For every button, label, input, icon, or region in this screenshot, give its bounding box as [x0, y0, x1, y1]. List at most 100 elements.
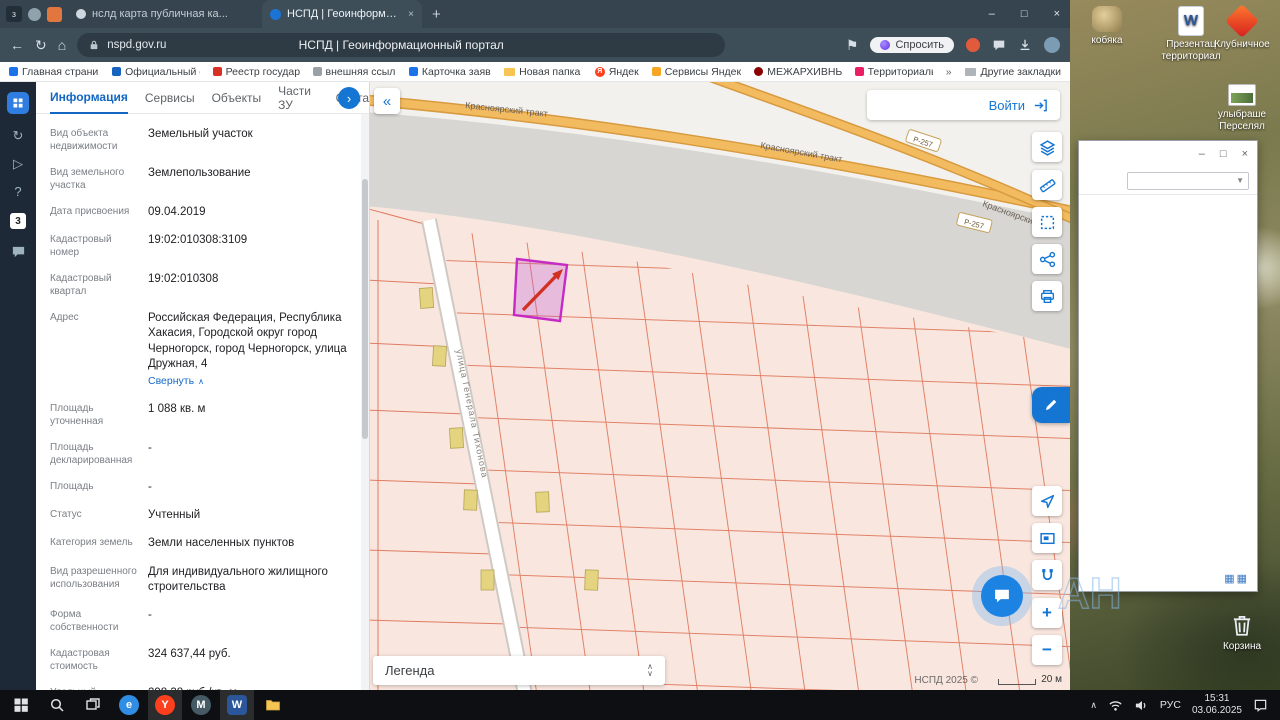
ask-button[interactable]: Спросить	[870, 37, 954, 53]
tab-objects[interactable]: Объекты	[212, 91, 262, 105]
locate-button[interactable]	[1032, 486, 1062, 516]
minimap-icon	[1039, 530, 1056, 547]
bookmark-item[interactable]: Главная страница	[9, 66, 99, 78]
field-row: Вид разрешенного использованияДля индиви…	[50, 565, 351, 595]
minimize-button[interactable]: –	[989, 8, 995, 20]
legend-bar[interactable]: Легенда ∧∨	[373, 656, 665, 685]
play-icon[interactable]: ▷	[13, 157, 23, 170]
collapse-panel-button[interactable]: «	[374, 88, 400, 114]
draw-tool-button[interactable]	[1032, 387, 1070, 423]
desktop-icon-app[interactable]: Клубничное	[1212, 6, 1272, 51]
bookmark-item[interactable]: Карточка заявки	[409, 66, 491, 78]
bookmark-item[interactable]: МЕЖАРХИВНЫЙ	[754, 66, 841, 78]
field-row: Вид объекта недвижимостиЗемельный участо…	[50, 127, 351, 153]
map-viewport[interactable]: улица Генерала Тихонова Красноярский тра…	[370, 82, 1070, 690]
taskbar-app-word[interactable]: W	[220, 690, 254, 720]
bookmark-item[interactable]: Территориальн	[855, 66, 933, 78]
bookmark-item[interactable]: Сервисы Яндекса	[652, 66, 742, 78]
desktop-icon-recycle-bin[interactable]: Корзина	[1212, 612, 1272, 653]
background-window-titlebar: – □ ×	[1079, 141, 1257, 167]
close-button[interactable]: ×	[1054, 8, 1060, 20]
minimize-icon[interactable]: –	[1199, 148, 1205, 160]
wifi-icon[interactable]	[1108, 698, 1123, 713]
pinned-extension-icon[interactable]: з	[6, 6, 22, 22]
notification-counter[interactable]: 3	[10, 213, 26, 229]
bookmark-favicon	[213, 67, 222, 76]
app-logo[interactable]	[7, 92, 29, 114]
chat-icon[interactable]	[992, 38, 1006, 52]
download-icon[interactable]	[1018, 38, 1032, 52]
tab-services[interactable]: Сервисы	[145, 91, 195, 105]
volume-icon[interactable]	[1134, 698, 1149, 713]
bookmarks-overflow-button[interactable]: »	[946, 66, 952, 78]
taskbar-app-explorer[interactable]	[256, 690, 290, 720]
search-button[interactable]	[40, 690, 74, 720]
desktop-icon-file[interactable]: кобяка	[1072, 6, 1142, 47]
field-row: Вид земельного участкаЗемлепользование	[50, 166, 351, 192]
maximize-button[interactable]: □	[1021, 8, 1028, 20]
desktop-icon-photo[interactable]: улыбраше Перселял	[1212, 84, 1272, 132]
chevron-down-icon: ▼	[1236, 176, 1244, 185]
back-icon[interactable]: ←	[10, 37, 24, 53]
share-button[interactable]	[1032, 244, 1062, 274]
system-tray: ∧ РУС 15:3103.06.2025	[1090, 693, 1276, 718]
pinned-app-icon[interactable]	[47, 7, 62, 22]
language-indicator[interactable]: РУС	[1160, 699, 1181, 711]
home-icon[interactable]: ⌂	[58, 37, 66, 53]
browser-tab-inactive[interactable]: нслд карта публичная ка...	[68, 3, 256, 25]
chat-sidebar-icon[interactable]	[11, 244, 26, 259]
more-tabs-button[interactable]: ›	[338, 87, 360, 109]
login-bar[interactable]: Войти	[867, 90, 1060, 120]
zoom-out-button[interactable]: −	[1032, 635, 1062, 665]
bookmark-flag-icon[interactable]: ⚑	[846, 37, 859, 54]
selected-parcel[interactable]	[514, 259, 567, 321]
bookmark-favicon	[112, 67, 121, 76]
taskbar-app-edge[interactable]: e	[112, 690, 146, 720]
collapse-address-link[interactable]: Свернуть∧	[148, 375, 204, 389]
measure-button[interactable]	[1032, 170, 1062, 200]
extension-icon[interactable]	[966, 38, 980, 52]
select-area-button[interactable]	[1032, 207, 1062, 237]
start-button[interactable]	[4, 690, 38, 720]
legend-toggle-icon[interactable]: ∧∨	[647, 664, 653, 678]
tray-expand-icon[interactable]: ∧	[1090, 700, 1097, 711]
background-window[interactable]: – □ × ▼ ▦▦	[1078, 140, 1258, 592]
new-tab-button[interactable]: +	[428, 6, 445, 23]
clock[interactable]: 15:3103.06.2025	[1192, 693, 1242, 718]
zoom-in-button[interactable]: +	[1032, 598, 1062, 628]
bookmark-item[interactable]: Официальный са	[112, 66, 200, 78]
panel-scrollbar[interactable]	[361, 114, 369, 690]
scrollbar-thumb[interactable]	[362, 179, 368, 439]
task-view-button[interactable]	[76, 690, 110, 720]
field-row: Категория земельЗемли населенных пунктов	[50, 536, 351, 551]
overview-map-button[interactable]	[1032, 523, 1062, 553]
maximize-icon[interactable]: □	[1220, 148, 1227, 160]
bookmark-item[interactable]: ЯЯндекс	[595, 66, 639, 78]
close-icon[interactable]: ×	[1242, 148, 1248, 160]
history-icon[interactable]: ↻	[13, 129, 24, 142]
tab-parcel-parts[interactable]: Части ЗУ	[278, 84, 319, 112]
taskbar-app-mail[interactable]: M	[184, 690, 218, 720]
other-bookmarks-button[interactable]: Другие закладки	[965, 66, 1061, 78]
select-area-icon	[1039, 214, 1056, 231]
layers-button[interactable]	[1032, 132, 1062, 162]
url-field[interactable]: nspd.gov.ru НСПД | Геоинформационный пор…	[77, 33, 725, 57]
help-icon[interactable]: ?	[14, 185, 21, 198]
profile-avatar[interactable]	[1044, 37, 1060, 53]
taskbar-app-yandex[interactable]: Y	[148, 690, 182, 720]
print-button[interactable]	[1032, 281, 1062, 311]
file-icon	[1092, 6, 1122, 32]
tab-information[interactable]: Информация	[50, 82, 128, 114]
tab-close-icon[interactable]: ×	[408, 9, 414, 20]
reload-icon[interactable]: ↻	[35, 37, 47, 54]
browser-tab-active[interactable]: НСПД | Геоинформаци... ×	[262, 0, 422, 28]
snap-button[interactable]	[1032, 560, 1062, 590]
support-chat-button[interactable]	[981, 575, 1023, 617]
dropdown-field[interactable]: ▼	[1127, 172, 1249, 190]
pinned-tab-icon[interactable]	[28, 8, 41, 21]
bookmark-item[interactable]: внешняя ссылка	[313, 66, 396, 78]
grid-view-icons[interactable]: ▦▦	[1224, 572, 1249, 585]
bookmark-folder[interactable]: Новая папка▼	[504, 66, 582, 78]
bookmark-item[interactable]: Реестр государст	[213, 66, 300, 78]
action-center-icon[interactable]	[1253, 698, 1268, 713]
